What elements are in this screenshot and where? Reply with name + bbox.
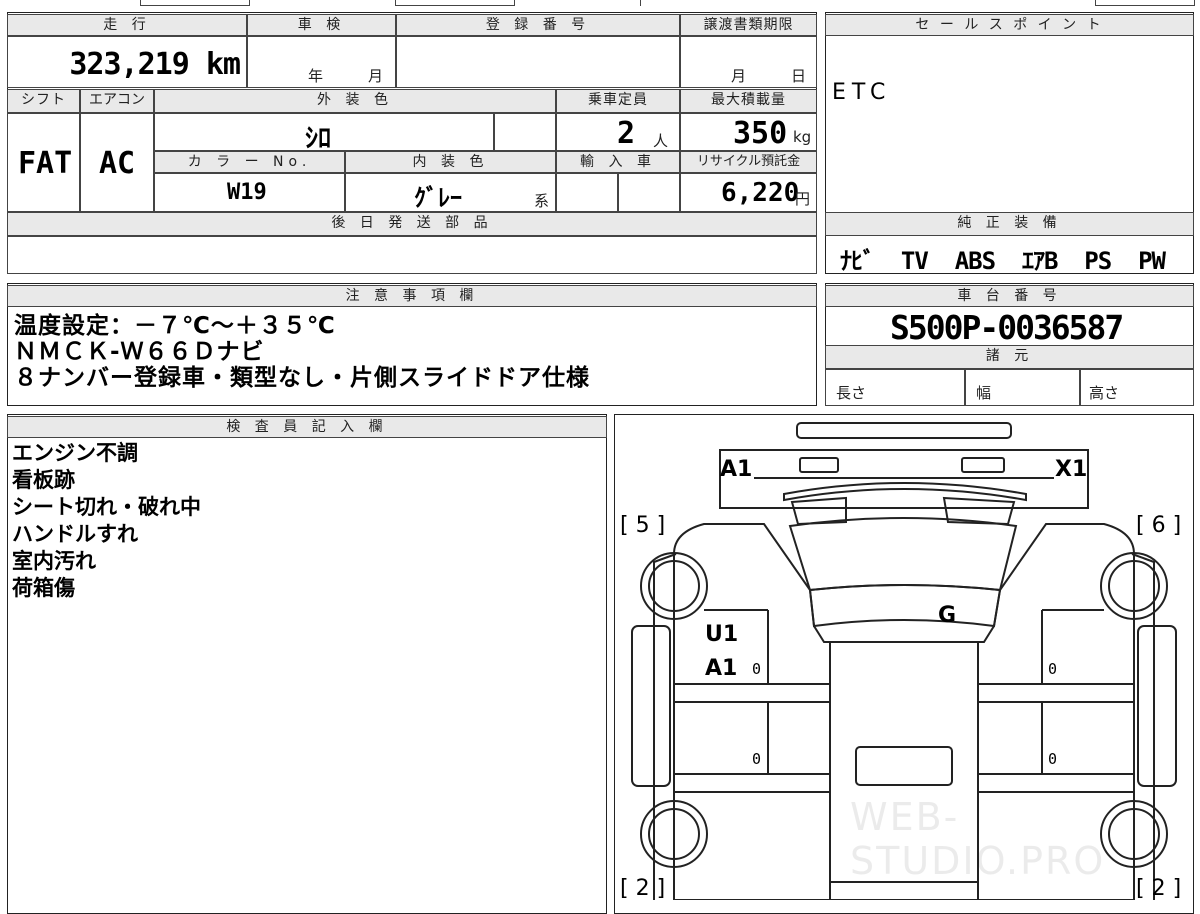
- max-load-cell: 350 kg: [680, 113, 817, 151]
- inspector-line: 荷箱傷: [12, 576, 75, 600]
- shaken-month-label: 月: [368, 67, 384, 85]
- capacity-value: 2: [617, 116, 636, 151]
- capacity-unit: 人: [653, 132, 669, 150]
- genuine-equipment-value: ﾅﾋﾞ TV ABS ｴｱB PS PW: [840, 247, 1166, 275]
- aircon-header: エアコン: [80, 89, 154, 113]
- spec-length-cell: 長さ: [825, 369, 965, 406]
- exterior-color-value: ｼﾛ: [305, 124, 332, 154]
- note-line: ＮＭＣＫ-Ｗ６６Ｄナビ: [14, 339, 265, 365]
- parts-header: 後 日 発 送 部 品: [7, 212, 817, 236]
- hood-curve: [783, 482, 1027, 502]
- inspector-line: 室内汚れ: [12, 549, 96, 573]
- shift-header: シフト: [7, 89, 80, 113]
- door-zero-left-front: 0: [752, 660, 762, 678]
- right-headlight: [961, 457, 1005, 473]
- shaken-cell: 年 月: [247, 36, 396, 88]
- sales-point-header: セ ー ル ス ポ イ ン ト: [825, 14, 1194, 36]
- import-header: 輸 入 車: [556, 151, 680, 173]
- notes-list: 温度設定：－７℃～＋３５℃ ＮＭＣＫ-Ｗ６６Ｄナビ ８ナンバー登録車・類型なし・…: [14, 313, 590, 391]
- aircon-cell: AC: [80, 113, 154, 212]
- max-load-value: 350: [733, 116, 788, 151]
- spec-length-label: 長さ: [836, 384, 867, 402]
- mileage-cell: 323,219 km: [7, 36, 247, 88]
- tire-label-rear-left: [ 2 ]: [620, 876, 666, 901]
- inspector-list: エンジン不調 看板跡 シート切れ・破れ中 ハンドルすれ 室内汚れ 荷箱傷: [12, 440, 201, 602]
- transfer-month-label: 月: [731, 67, 747, 85]
- sales-point-value: ETC: [832, 80, 892, 105]
- shaken-header: 車 検: [247, 14, 396, 36]
- exterior-color-cell: ｼﾛ: [154, 113, 494, 154]
- top-edge-stubs: [0, 0, 1200, 6]
- recycle-cell: 6,220 円: [680, 173, 817, 212]
- capacity-cell: 2 人: [556, 113, 680, 151]
- inspector-line: ハンドルすれ: [12, 522, 138, 546]
- door-zero-right-rear: 0: [1048, 750, 1058, 768]
- inspector-header: 検 査 員 記 入 欄: [7, 416, 607, 438]
- shift-value: FAT: [18, 146, 73, 181]
- damage-label-front-right: X1: [1055, 457, 1088, 482]
- transfer-day-label: 日: [791, 67, 807, 85]
- door-zero-left-rear: 0: [752, 750, 762, 768]
- max-load-unit: kg: [793, 128, 812, 146]
- genuine-equipment-header: 純 正 装 備: [825, 212, 1194, 236]
- import-cell-right: [618, 173, 680, 212]
- cargo-rear: [829, 881, 979, 900]
- spec-height-label: 高さ: [1089, 384, 1120, 402]
- aircon-value: AC: [99, 146, 136, 181]
- inspector-line: シート切れ・破れ中: [12, 495, 201, 519]
- shift-cell: FAT: [7, 113, 80, 212]
- reg-no-header: 登 録 番 号: [396, 14, 680, 36]
- recycle-unit: 円: [795, 190, 811, 208]
- windshield-label: G: [938, 603, 957, 628]
- capacity-header: 乗車定員: [556, 89, 680, 113]
- interior-color-suffix: 系: [534, 192, 550, 210]
- interior-color-value: ｸﾞﾚｰ: [414, 184, 462, 212]
- transfer-deadline-cell: 月 日: [680, 36, 817, 88]
- tire-label-front-left: [ 5 ]: [620, 513, 666, 538]
- door-zero-right-front: 0: [1048, 660, 1058, 678]
- mileage-header: 走 行: [7, 14, 247, 36]
- door-label-left-1: U1: [705, 622, 739, 647]
- door-label-left-2: A1: [705, 656, 738, 681]
- color-no-value: W19: [227, 180, 267, 205]
- spec-width-label: 幅: [976, 384, 992, 402]
- note-line: 温度設定：－７℃～＋３５℃: [14, 313, 336, 339]
- color-no-cell: W19: [154, 173, 345, 212]
- transfer-deadline-header: 譲渡書類期限: [680, 14, 817, 36]
- left-headlight: [799, 457, 839, 473]
- reg-no-cell: [396, 36, 680, 88]
- notes-header: 注 意 事 項 欄: [7, 285, 817, 307]
- interior-color-cell: ｸﾞﾚｰ 系: [345, 173, 556, 212]
- inspector-line: エンジン不調: [12, 441, 138, 465]
- tire-label-front-right: [ 6 ]: [1136, 513, 1182, 538]
- inspector-line: 看板跡: [12, 468, 75, 492]
- mileage-value: 323,219 km: [69, 47, 241, 82]
- exterior-color-extra-cell: [494, 113, 556, 151]
- parts-cell: [7, 236, 817, 274]
- recycle-value: 6,220: [721, 178, 800, 208]
- exterior-color-header: 外 装 色: [154, 89, 556, 113]
- color-no-header: カ ラ ー No.: [154, 151, 345, 173]
- interior-color-header: 内 装 色: [345, 151, 556, 173]
- chassis-number: S500P-0036587: [890, 308, 1124, 347]
- note-line: ８ナンバー登録車・類型なし・片側スライドドア仕様: [14, 365, 590, 391]
- front-bumper-shape: [796, 422, 1012, 439]
- spec-width-cell: 幅: [965, 369, 1080, 406]
- shaken-year-label: 年: [308, 67, 324, 85]
- damage-label-front-left: A1: [720, 457, 753, 482]
- import-cell-left: [556, 173, 618, 212]
- spec-header: 諸 元: [825, 345, 1194, 369]
- max-load-header: 最大積載量: [680, 89, 817, 113]
- roof-vent: [855, 746, 953, 786]
- chassis-header: 車 台 番 号: [825, 285, 1194, 307]
- watermark: WEB-STUDIO.PRO: [850, 795, 1106, 883]
- spec-height-cell: 高さ: [1080, 369, 1194, 406]
- recycle-header: リサイクル預託金: [680, 151, 817, 173]
